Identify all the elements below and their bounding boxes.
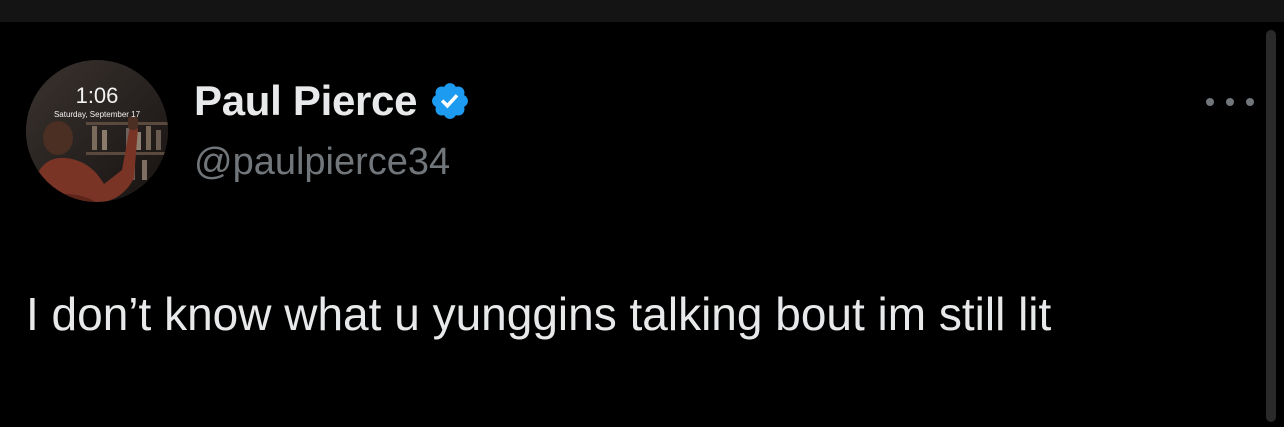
scrollbar[interactable] [1266,30,1276,422]
more-horizontal-icon [1246,98,1254,106]
lockscreen-date: Saturday, September 17 [53,110,141,119]
author-handle[interactable]: @paulpierce34 [194,138,450,186]
author-display-name[interactable]: Paul Pierce [194,76,417,126]
tweet-card[interactable]: 1:06 Saturday, September 17 Paul Pierce … [0,22,1260,427]
author-name-row[interactable]: Paul Pierce [194,76,471,126]
verified-badge-icon[interactable] [429,80,471,122]
tweet-text: I don’t know what u yunggins talking bou… [26,288,1052,340]
more-options-button[interactable] [1206,88,1254,116]
more-horizontal-icon [1206,98,1214,106]
avatar[interactable]: 1:06 Saturday, September 17 [26,60,168,202]
top-bar [0,0,1284,22]
avatar-image [26,60,168,202]
more-horizontal-icon [1226,98,1234,106]
lockscreen-time: 1:06 [75,83,119,108]
